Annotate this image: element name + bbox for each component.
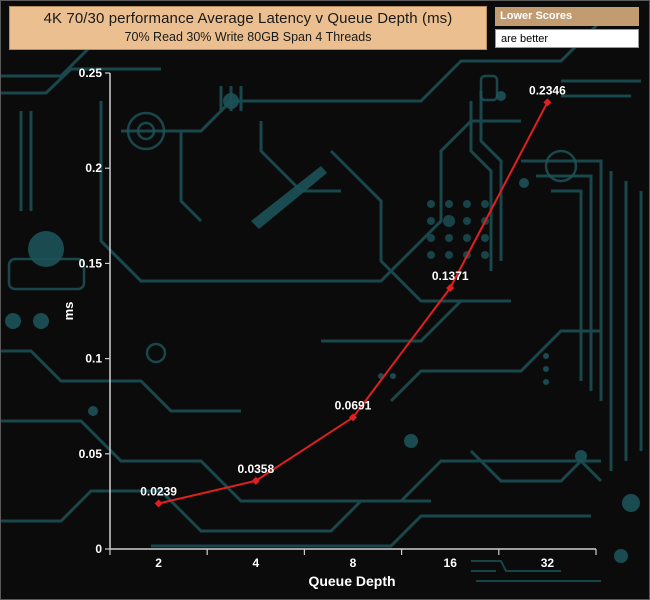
y-tick-label: 0.2 (85, 161, 102, 175)
data-label: 0.1371 (432, 269, 469, 283)
data-labels: 0.0239 0.0358 0.0691 0.1371 0.2346 (140, 83, 566, 498)
y-tick-label: 0 (95, 542, 102, 556)
data-label: 0.2346 (529, 83, 566, 97)
data-label: 0.0239 (140, 484, 177, 498)
x-tick-label: 16 (444, 556, 458, 570)
data-label: 0.0358 (237, 462, 274, 476)
y-axis-label: ms (61, 302, 76, 321)
chart-frame: 4K 70/30 performance Average Latency v Q… (0, 0, 650, 600)
series-line (158, 101, 549, 505)
x-tick-label: 2 (155, 556, 162, 570)
series-latency (154, 98, 552, 508)
y-tick-label: 0.15 (79, 256, 103, 270)
chart-axes (109, 73, 596, 550)
x-tick-label: 32 (541, 556, 555, 570)
x-axis-ticks: 2 4 8 16 32 (109, 549, 597, 570)
y-tick-label: 0.05 (79, 447, 103, 461)
x-axis-label: Queue Depth (308, 573, 395, 589)
y-tick-label: 0.1 (85, 352, 102, 366)
line-chart: 0 0.05 0.1 0.15 0.2 0.25 2 4 8 16 32 0.0239 0.0358… (61, 66, 597, 589)
data-point-marker (154, 499, 163, 508)
x-tick-label: 4 (252, 556, 259, 570)
x-tick-label: 8 (350, 556, 357, 570)
data-label: 0.0691 (335, 398, 372, 412)
y-axis-ticks: 0 0.05 0.1 0.15 0.2 0.25 (79, 66, 110, 556)
y-tick-label: 0.25 (79, 66, 103, 80)
data-point-marker (543, 98, 552, 107)
